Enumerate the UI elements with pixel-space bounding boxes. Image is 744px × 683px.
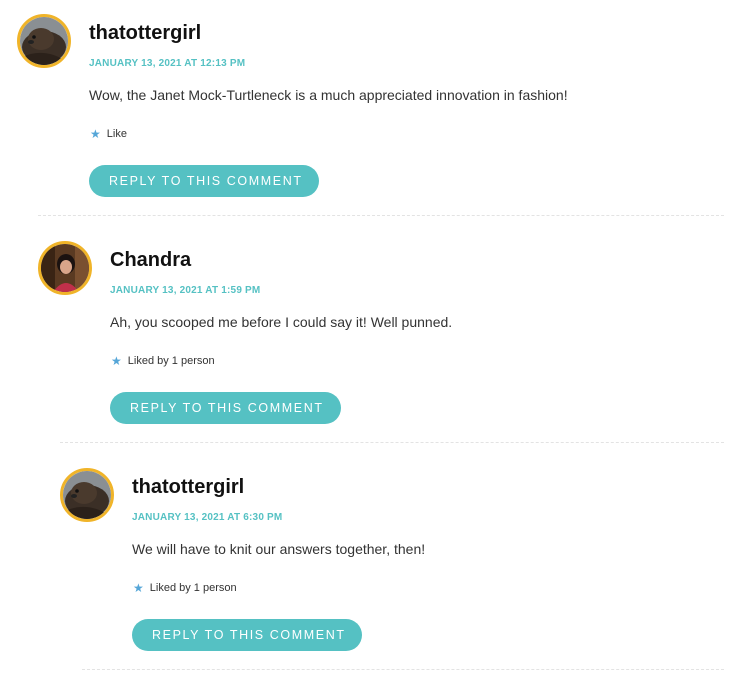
reply-button[interactable]: REPLY TO THIS COMMENT: [110, 392, 341, 424]
avatar[interactable]: [38, 241, 92, 295]
avatar[interactable]: [17, 14, 71, 68]
comment-text: Ah, you scooped me before I could say it…: [110, 314, 453, 330]
like-label: Like: [106, 128, 127, 140]
like-button[interactable]: ★ Like: [90, 128, 127, 140]
divider: [60, 442, 724, 443]
comment-author[interactable]: Chandra: [110, 249, 191, 272]
avatar[interactable]: [60, 468, 114, 522]
star-icon: ★: [133, 581, 144, 595]
comment-text: We will have to knit our answers togethe…: [132, 541, 426, 557]
comment-date[interactable]: JANUARY 13, 2021 AT 12:13 PM: [89, 58, 245, 69]
otter-avatar-icon: [63, 471, 111, 519]
reply-button[interactable]: REPLY TO THIS COMMENT: [89, 165, 319, 197]
comment-thread: thatottergirl JANUARY 13, 2021 AT 12:13 …: [0, 0, 744, 683]
divider: [38, 215, 724, 216]
like-label: Liked by 1 person: [149, 582, 237, 594]
comment-date[interactable]: JANUARY 13, 2021 AT 1:59 PM: [110, 285, 260, 296]
comment-author[interactable]: thatottergirl: [89, 22, 201, 45]
reply-button[interactable]: REPLY TO THIS COMMENT: [132, 619, 362, 651]
divider: [82, 669, 724, 670]
star-icon: ★: [90, 127, 101, 141]
like-button[interactable]: ★ Liked by 1 person: [133, 582, 237, 594]
like-label: Liked by 1 person: [127, 355, 215, 367]
like-button[interactable]: ★ Liked by 1 person: [111, 355, 215, 367]
comment-author[interactable]: thatottergirl: [132, 476, 244, 499]
comment-date[interactable]: JANUARY 13, 2021 AT 6:30 PM: [132, 512, 282, 523]
person-avatar-icon: [41, 244, 89, 292]
comment-text: Wow, the Janet Mock-Turtleneck is a much…: [89, 87, 568, 103]
otter-avatar-icon: [20, 17, 68, 65]
star-icon: ★: [111, 354, 122, 368]
